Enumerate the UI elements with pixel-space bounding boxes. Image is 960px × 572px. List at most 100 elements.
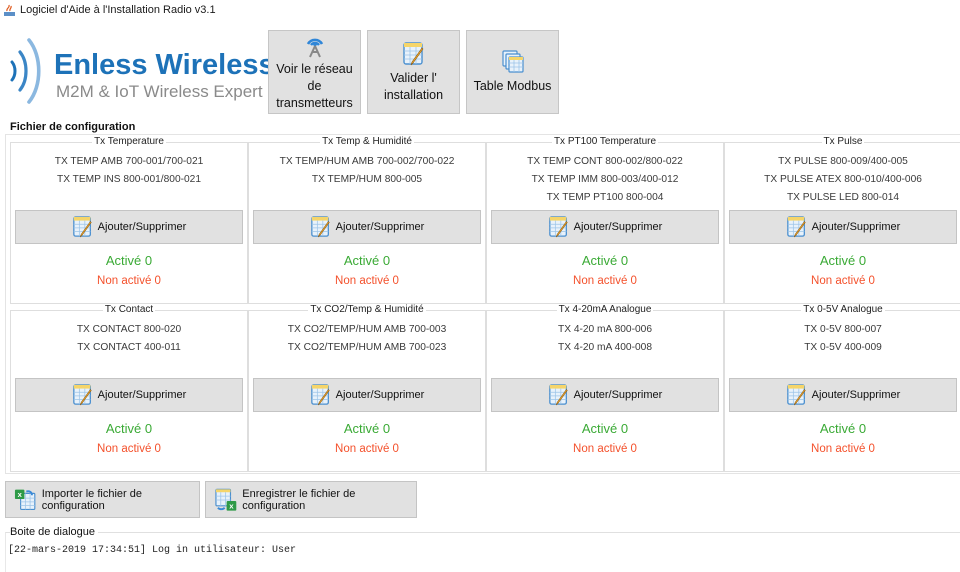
- model-item: TX TEMP/HUM AMB 700-002/700-022: [279, 156, 455, 167]
- add-remove-button[interactable]: Ajouter/Supprimer: [491, 210, 719, 244]
- active-count: Activé 0: [105, 253, 153, 268]
- stacked-tables-icon: [501, 50, 524, 73]
- model-item: TX PULSE LED 800-014: [786, 192, 900, 203]
- excel-export-icon: x: [215, 488, 237, 510]
- modbus-table-button[interactable]: Table Modbus: [466, 30, 559, 114]
- save-config-label: Enregistrer le fichier de configuration: [242, 487, 356, 512]
- add-remove-button[interactable]: Ajouter/Supprimer: [253, 210, 481, 244]
- transmitter-panel-4: Tx Pulse TX PULSE 800-009/400-005 TX PULS…: [724, 136, 960, 304]
- antenna-icon: [306, 38, 323, 58]
- model-item: TX PULSE 800-009/400-005: [778, 156, 908, 167]
- transmitter-panel-8: Tx 0-5V Analogue TX 0-5V 800-007 TX 0-5V …: [724, 304, 960, 472]
- table-pencil-icon: [402, 41, 423, 65]
- save-config-button[interactable]: x Enregistrer le fichier de configuratio…: [205, 481, 417, 518]
- import-config-label: Importer le fichier de configuration: [41, 487, 142, 512]
- java-app-icon: [3, 4, 16, 17]
- table-pencil-icon: [786, 216, 806, 238]
- active-count: Activé 0: [105, 421, 153, 436]
- radio-waves-icon: [10, 38, 41, 104]
- inactive-count: Non activé 0: [335, 443, 399, 455]
- model-item: TX CO2/TEMP/HUM AMB 700-003: [287, 324, 447, 335]
- inactive-count: Non activé 0: [573, 275, 637, 287]
- add-remove-label: Ajouter/Supprimer: [335, 221, 425, 233]
- add-remove-label: Ajouter/Supprimer: [97, 221, 187, 233]
- model-item: TX CONTACT 800-020: [76, 324, 182, 335]
- model-item: TX 4-20 mA 400-008: [557, 342, 652, 353]
- add-remove-button[interactable]: Ajouter/Supprimer: [15, 378, 243, 412]
- add-remove-button[interactable]: Ajouter/Supprimer: [729, 210, 957, 244]
- add-remove-label: Ajouter/Supprimer: [573, 221, 663, 233]
- log-line: [22-mars-2019 17:34:51] Log in utilisate…: [8, 545, 297, 556]
- inactive-count: Non activé 0: [573, 443, 637, 455]
- active-count: Activé 0: [819, 253, 867, 268]
- model-item: TX TEMP IMM 800-003/400-012: [531, 174, 679, 185]
- add-remove-label: Ajouter/Supprimer: [335, 389, 425, 401]
- view-network-label-2: transmetteurs: [276, 96, 353, 110]
- brand-name: Enless Wireless: [54, 49, 275, 81]
- model-list: TX TEMP AMB 700-001/700-021 TX TEMP INS 8…: [11, 153, 247, 189]
- transmitter-panel-6: Tx CO2/Temp & Humidité TX CO2/TEMP/HUM A…: [248, 304, 486, 472]
- validate-label-1: Valider l': [390, 70, 437, 85]
- log-output: [22-mars-2019 17:34:51] Log in utilisate…: [8, 545, 296, 556]
- table-pencil-icon: [786, 384, 806, 406]
- table-pencil-icon: [548, 384, 568, 406]
- model-list: TX TEMP/HUM AMB 700-002/700-022 TX TEMP/H…: [249, 153, 485, 189]
- model-item: TX 0-5V 800-007: [804, 324, 882, 335]
- modbus-label: Table Modbus: [473, 79, 552, 93]
- model-item: TX TEMP CONT 800-002/800-022: [527, 156, 683, 167]
- model-item: TX CONTACT 400-011: [77, 342, 181, 353]
- model-list: TX 0-5V 800-007 TX 0-5V 400-009: [725, 321, 960, 357]
- add-remove-label: Ajouter/Supprimer: [97, 389, 187, 401]
- model-list: TX CONTACT 800-020 TX CONTACT 400-011: [11, 321, 247, 357]
- view-network-label-1: Voir le réseau de: [276, 62, 353, 93]
- add-remove-button[interactable]: Ajouter/Supprimer: [491, 378, 719, 412]
- model-list: TX CO2/TEMP/HUM AMB 700-003 TX CO2/TEMP/H…: [249, 321, 485, 357]
- panel-title: Tx Pulse: [821, 136, 865, 147]
- window-title: Logiciel d'Aide à l'Installation Radio v…: [20, 4, 216, 16]
- panel-title: Tx Temperature: [92, 136, 166, 147]
- enless-logo: Enless Wireless M2M & IoT Wireless Exper…: [6, 34, 275, 108]
- panel-title: Tx CO2/Temp & Humidité: [308, 304, 426, 315]
- inactive-count: Non activé 0: [97, 443, 161, 455]
- transmitter-panel-2: Tx Temp & Humidité TX TEMP/HUM AMB 700-0…: [248, 136, 486, 304]
- window-titlebar: Logiciel d'Aide à l'Installation Radio v…: [0, 0, 960, 20]
- transmitter-panel-5: Tx Contact TX CONTACT 800-020 TX CONTACT …: [10, 304, 248, 472]
- validate-label-2: installation: [383, 87, 444, 102]
- model-item: TX 4-20 mA 800-006: [557, 324, 652, 335]
- table-pencil-icon: [72, 384, 92, 406]
- active-count: Activé 0: [819, 421, 867, 436]
- table-pencil-icon: [548, 216, 568, 238]
- excel-import-icon: x: [14, 489, 36, 510]
- transmitter-panel-3: Tx PT100 Temperature TX TEMP CONT 800-00…: [486, 136, 724, 304]
- add-remove-button[interactable]: Ajouter/Supprimer: [15, 210, 243, 244]
- panel-title: Tx 4-20mA Analogue: [556, 304, 654, 315]
- model-item: TX CO2/TEMP/HUM AMB 700-023: [287, 342, 447, 353]
- panel-title: Tx PT100 Temperature: [551, 136, 659, 147]
- inactive-count: Non activé 0: [811, 443, 875, 455]
- brand-tagline: M2M & IoT Wireless Expert: [56, 82, 263, 101]
- model-item: TX PULSE ATEX 800-010/400-006: [764, 174, 922, 185]
- table-pencil-icon: [310, 384, 330, 406]
- model-list: TX TEMP CONT 800-002/800-022 TX TEMP IMM …: [487, 153, 723, 207]
- active-count: Activé 0: [343, 253, 391, 268]
- model-item: TX TEMP PT100 800-004: [546, 192, 664, 203]
- add-remove-button[interactable]: Ajouter/Supprimer: [253, 378, 481, 412]
- svg-text:x: x: [229, 501, 234, 510]
- config-section-title: Fichier de configuration: [10, 121, 139, 133]
- view-network-button[interactable]: Voir le réseau de transmetteurs: [268, 30, 361, 114]
- model-list: TX PULSE 800-009/400-005 TX PULSE ATEX 80…: [725, 153, 960, 207]
- panel-title: Tx Temp & Humidité: [320, 136, 414, 147]
- add-remove-button[interactable]: Ajouter/Supprimer: [729, 378, 957, 412]
- transmitter-panel-7: Tx 4-20mA Analogue TX 4-20 mA 800-006 TX …: [486, 304, 724, 472]
- panel-title: Tx 0-5V Analogue: [801, 304, 885, 315]
- add-remove-label: Ajouter/Supprimer: [573, 389, 663, 401]
- model-item: TX TEMP/HUM 800-005: [311, 174, 423, 185]
- inactive-count: Non activé 0: [97, 275, 161, 287]
- panel-title: Tx Contact: [102, 304, 156, 315]
- add-remove-label: Ajouter/Supprimer: [811, 389, 901, 401]
- active-count: Activé 0: [581, 253, 629, 268]
- dialog-section-title: Boite de dialogue: [10, 526, 99, 538]
- import-config-button[interactable]: x Importer le fichier de configuration: [5, 481, 200, 518]
- validate-installation-button[interactable]: Valider l' installation: [367, 30, 460, 114]
- active-count: Activé 0: [581, 421, 629, 436]
